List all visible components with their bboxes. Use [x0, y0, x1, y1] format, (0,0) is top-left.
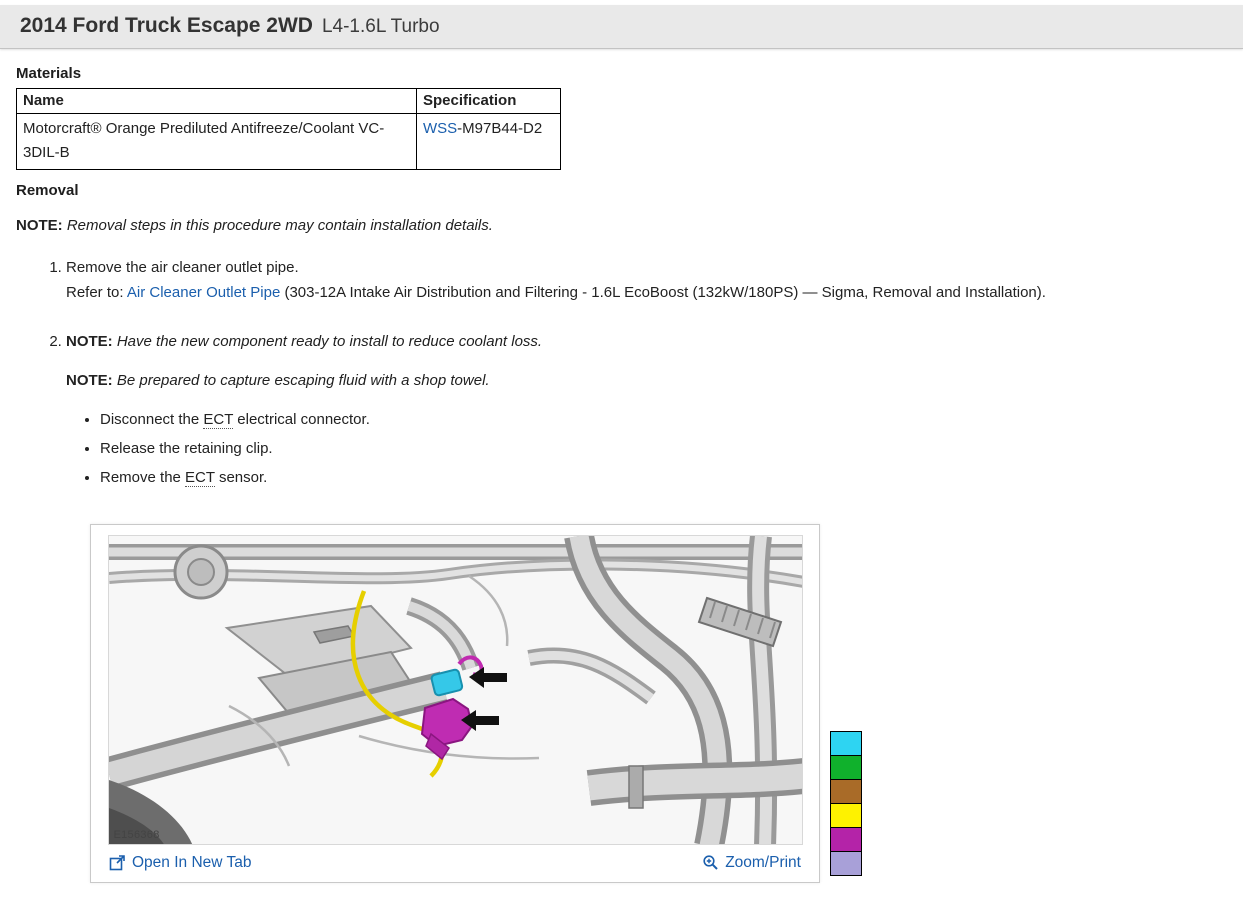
ect-abbreviation: ECT [203, 411, 233, 429]
materials-table: Name Specification Motorcraft® Orange Pr… [16, 88, 561, 170]
spec-wss-link[interactable]: WSS [423, 120, 457, 137]
swatch-yellow[interactable] [830, 803, 862, 828]
zoom-icon [702, 854, 719, 871]
page-header: 2014 Ford Truck Escape 2WD L4-1.6L Turbo [0, 5, 1243, 49]
removal-note: NOTE: Removal steps in this procedure ma… [16, 215, 1227, 236]
step-1-text: Remove the air cleaner outlet pipe. [66, 256, 1227, 281]
page-title: 2014 Ford Truck Escape 2WD [20, 14, 313, 38]
substep-remove-sensor: Remove the ECT sensor. [100, 467, 1227, 488]
step-2-note-1: NOTE: Have the new component ready to in… [66, 331, 1227, 352]
open-in-new-tab-label: Open In New Tab [132, 854, 251, 872]
substep-disconnect-connector: Disconnect the ECT electrical connector. [100, 409, 1227, 430]
swatch-purple[interactable] [830, 851, 862, 876]
material-name-cell: Motorcraft® Orange Prediluted Antifreeze… [17, 114, 417, 170]
air-cleaner-outlet-pipe-link[interactable]: Air Cleaner Outlet Pipe [127, 284, 280, 301]
swatch-cyan[interactable] [830, 731, 862, 756]
figure-code: E156368 [114, 829, 160, 841]
step-1: Remove the air cleaner outlet pipe. Refe… [66, 256, 1227, 306]
step-2-note-2: NOTE: Be prepared to capture escaping fl… [66, 370, 1227, 391]
note-text: Removal steps in this procedure may cont… [67, 217, 493, 234]
page-subtitle: L4-1.6L Turbo [322, 16, 440, 38]
figure-footer: Open In New Tab Zoom/Print [101, 845, 809, 876]
color-swatch-strip [830, 732, 862, 876]
removal-heading: Removal [16, 182, 1227, 199]
swatch-brown[interactable] [830, 779, 862, 804]
procedure-steps: Remove the air cleaner outlet pipe. Refe… [16, 256, 1227, 488]
engine-diagram-svg [109, 536, 803, 845]
refer-suffix: (303-12A Intake Air Distribution and Fil… [280, 284, 1046, 301]
material-spec-cell: WSS-M97B44-D2 [417, 114, 561, 170]
swatch-green[interactable] [830, 755, 862, 780]
table-header-row: Name Specification [17, 89, 561, 114]
materials-heading: Materials [16, 65, 1227, 82]
substep-release-clip: Release the retaining clip. [100, 438, 1227, 459]
note-label: NOTE: [66, 333, 113, 350]
spec-suffix: -M97B44-D2 [457, 120, 542, 137]
note-label: NOTE: [66, 372, 113, 389]
table-row: Motorcraft® Orange Prediluted Antifreeze… [17, 114, 561, 170]
engine-illustration: E156368 [108, 535, 803, 845]
note-text: Be prepared to capture escaping fluid wi… [117, 372, 490, 389]
substep-text: electrical connector. [233, 411, 370, 428]
column-header-name: Name [17, 89, 417, 114]
step-1-refer-line: Refer to: Air Cleaner Outlet Pipe (303-1… [66, 281, 1227, 306]
main-content: Materials Name Specification Motorcraft®… [0, 65, 1243, 883]
substep-text: sensor. [215, 469, 268, 486]
open-in-new-tab-icon [109, 854, 126, 871]
figure-panel: E156368 Open In New Tab Zoom/P [90, 524, 820, 883]
zoom-print-label: Zoom/Print [725, 854, 801, 872]
column-header-specification: Specification [417, 89, 561, 114]
substep-text: Disconnect the [100, 411, 203, 428]
open-in-new-tab-link[interactable]: Open In New Tab [109, 854, 251, 872]
substep-list: Disconnect the ECT electrical connector.… [66, 409, 1227, 488]
note-text: Have the new component ready to install … [117, 333, 542, 350]
refer-prefix: Refer to: [66, 284, 127, 301]
swatch-magenta[interactable] [830, 827, 862, 852]
step-2: NOTE: Have the new component ready to in… [66, 330, 1227, 488]
zoom-print-link[interactable]: Zoom/Print [702, 854, 801, 872]
ect-abbreviation: ECT [185, 469, 215, 487]
substep-text: Remove the [100, 469, 185, 486]
figure-area: E156368 Open In New Tab Zoom/P [90, 524, 1227, 883]
note-label: NOTE: [16, 217, 63, 234]
